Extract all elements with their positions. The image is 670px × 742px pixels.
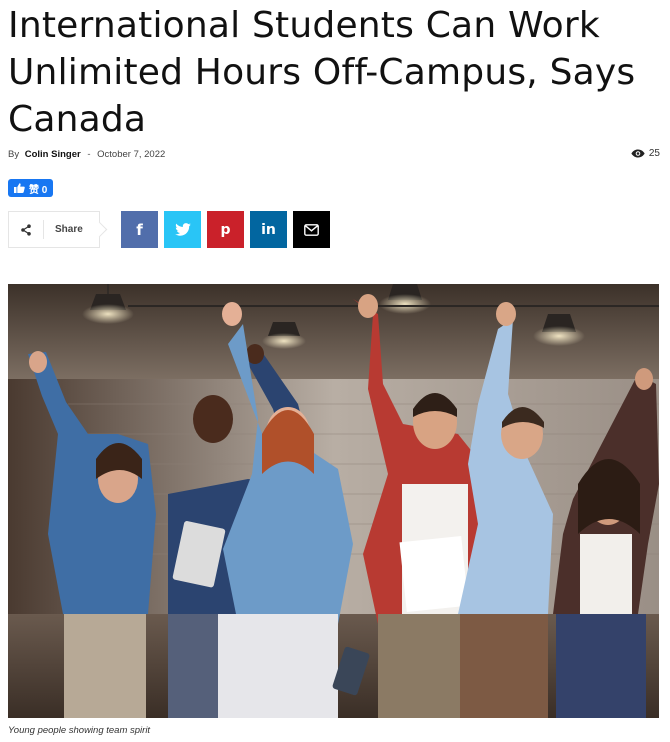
meta-separator: - (87, 149, 91, 160)
publish-date: October 7, 2022 (97, 149, 166, 160)
like-button-label: 赞 0 (29, 184, 48, 196)
image-caption: Young people showing team spirit (8, 725, 151, 736)
eye-icon (631, 149, 645, 158)
view-count-value: 25 (648, 148, 660, 159)
linkedin-share-button[interactable]: in (250, 211, 287, 248)
thumbs-up-icon (14, 183, 25, 193)
featured-image (8, 284, 659, 718)
share-icon (9, 223, 43, 236)
pinterest-icon: p (220, 221, 231, 238)
article-meta: By Colin Singer - October 7, 2022 (8, 149, 165, 160)
email-icon (304, 223, 319, 236)
email-share-button[interactable] (293, 211, 330, 248)
article-title: International Students Can Work Unlimite… (8, 5, 636, 140)
by-label: By (8, 149, 20, 160)
facebook-like-button[interactable]: 赞 0 (8, 179, 54, 197)
twitter-share-button[interactable] (164, 211, 201, 248)
pinterest-share-button[interactable]: p (207, 211, 244, 248)
facebook-share-button[interactable]: f (121, 211, 158, 248)
linkedin-icon: in (261, 221, 276, 238)
share-label: Share (55, 224, 83, 235)
share-toggle[interactable]: Share (8, 211, 100, 248)
author-link[interactable]: Colin Singer (25, 149, 81, 160)
facebook-icon: f (136, 220, 143, 239)
twitter-icon (174, 223, 191, 236)
view-count: 25 (631, 148, 660, 159)
